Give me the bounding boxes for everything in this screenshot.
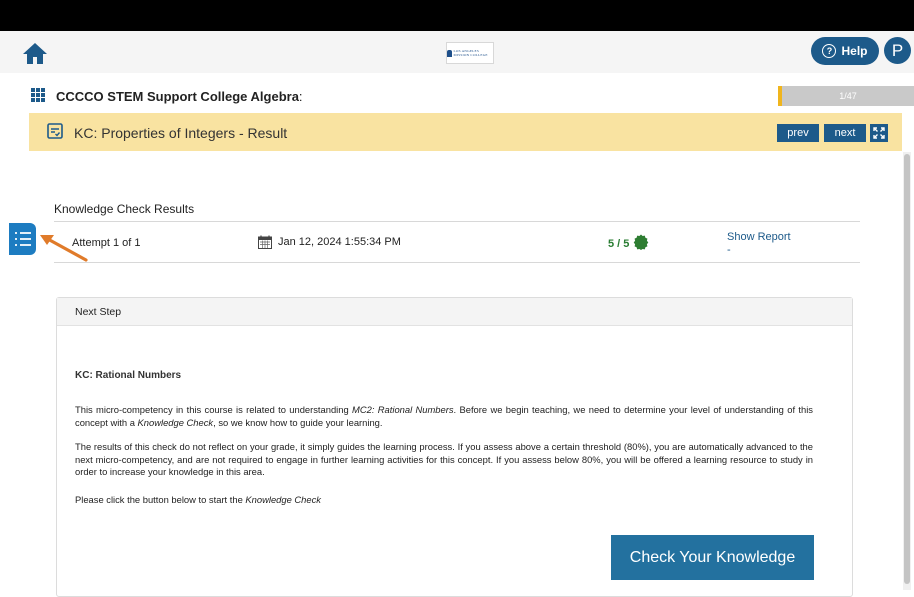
checklist-icon [47,123,63,139]
divider [54,221,860,222]
scrollbar-thumb[interactable] [904,154,910,584]
kc-rational-title: KC: Rational Numbers [75,370,182,381]
grid-menu-icon[interactable] [31,88,45,102]
kc-title: KC: Properties of Integers - Result [74,125,288,141]
show-report-link[interactable]: Show Report [727,231,791,243]
attempt-label: Attempt 1 of 1 [72,237,141,249]
user-avatar[interactable]: P [884,37,911,64]
course-progress-bar: 1/47 [778,86,914,106]
prev-button[interactable]: prev [777,124,819,142]
description-paragraph: This micro-competency in this course is … [75,404,813,428]
next-step-header [57,298,852,326]
home-icon[interactable] [22,41,48,65]
check-your-knowledge-button[interactable]: Check Your Knowledge [611,535,814,580]
question-circle-icon: ? [822,44,837,58]
badge-icon [633,234,649,250]
score-value: 5 / 5 [608,238,630,250]
divider [54,262,860,263]
threshold-paragraph: The results of this check do not reflect… [75,441,813,477]
help-button[interactable]: ? Help [811,37,879,65]
expand-icon[interactable] [870,124,888,142]
top-black-bar [0,0,914,31]
calendar-icon [258,235,272,249]
course-title: CCCCO STEM Support College Algebra: [56,89,303,104]
college-logo: LOS ANGELES MISSION COLLEGE [446,42,494,64]
next-button[interactable]: next [824,124,866,142]
logo-text: LOS ANGELES MISSION COLLEGE [453,49,488,57]
list-toggle-icon[interactable] [9,223,36,255]
next-step-heading: Next Step [75,306,122,318]
show-report-sub: - [727,244,731,256]
logo-mark-icon [447,49,452,57]
help-label: Help [841,44,868,58]
attempt-date: Jan 12, 2024 1:55:34 PM [278,236,401,248]
results-heading: Knowledge Check Results [54,202,195,216]
instruction-paragraph: Please click the button below to start t… [75,494,321,505]
